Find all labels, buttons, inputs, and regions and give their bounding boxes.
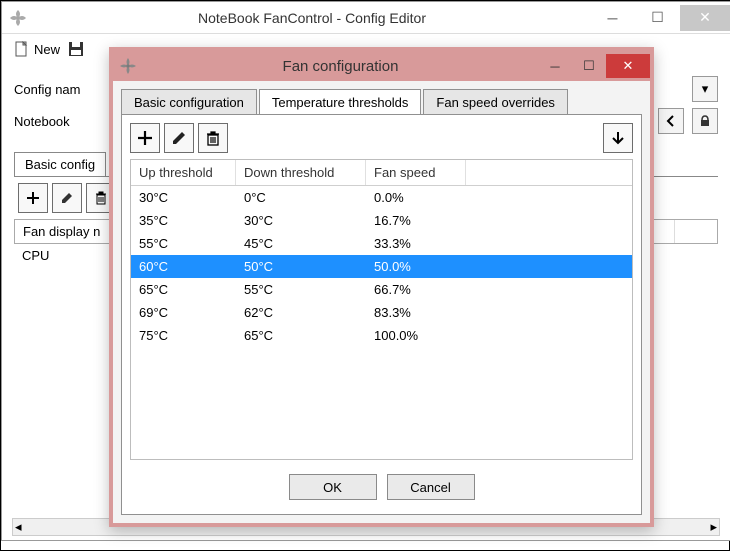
trash-icon: [204, 129, 222, 147]
table-row[interactable]: 30°C0°C0.0%: [131, 186, 632, 209]
plus-icon: [136, 129, 154, 147]
cell-up: 30°C: [131, 186, 236, 209]
arrow-left-button[interactable]: [658, 108, 684, 134]
cell-up: 75°C: [131, 324, 236, 347]
cell-speed: 83.3%: [366, 301, 466, 324]
dialog-title: Fan configuration: [143, 58, 538, 75]
app-icon: [8, 8, 28, 28]
cell-speed: 0.0%: [366, 186, 466, 209]
table-header: Up threshold Down threshold Fan speed: [131, 160, 632, 186]
pencil-icon: [59, 190, 75, 206]
table-row[interactable]: 75°C65°C100.0%: [131, 324, 632, 347]
notebook-label: Notebook: [14, 114, 104, 129]
table-row[interactable]: 60°C50°C50.0%: [131, 255, 632, 278]
cell-down: 30°C: [236, 209, 366, 232]
cell-down: 0°C: [236, 186, 366, 209]
dialog-titlebar: Fan configuration ─ ☐ ✕: [113, 51, 650, 81]
cell-down: 45°C: [236, 232, 366, 255]
cell-down: 55°C: [236, 278, 366, 301]
ok-button[interactable]: OK: [289, 474, 377, 500]
table-row[interactable]: 65°C55°C66.7%: [131, 278, 632, 301]
bg-edit-button[interactable]: [52, 183, 82, 213]
pencil-icon: [170, 129, 188, 147]
plus-icon: [25, 190, 41, 206]
cell-speed: 33.3%: [366, 232, 466, 255]
scroll-left-icon: ◂: [15, 519, 22, 535]
save-icon: [68, 41, 84, 57]
cancel-button[interactable]: Cancel: [387, 474, 475, 500]
cell-speed: 16.7%: [366, 209, 466, 232]
table-row[interactable]: 35°C30°C16.7%: [131, 209, 632, 232]
move-down-button[interactable]: [603, 123, 633, 153]
trash-icon: [93, 190, 109, 206]
dialog-close-button[interactable]: ✕: [606, 54, 650, 78]
tab-temperature-thresholds[interactable]: Temperature thresholds: [259, 89, 422, 115]
dialog-minimize-button[interactable]: ─: [538, 54, 572, 78]
edit-threshold-button[interactable]: [164, 123, 194, 153]
thresholds-table: Up threshold Down threshold Fan speed 30…: [130, 159, 633, 460]
main-window-title: NoteBook FanControl - Config Editor: [34, 10, 590, 26]
header-down-threshold: Down threshold: [236, 160, 366, 185]
add-threshold-button[interactable]: [130, 123, 160, 153]
new-button[interactable]: New: [10, 39, 64, 59]
lock-icon: [698, 114, 712, 128]
tab-basic-configuration[interactable]: Basic configuration: [121, 89, 257, 115]
cell-up: 69°C: [131, 301, 236, 324]
scroll-right-icon: ▸: [710, 519, 717, 535]
new-label: New: [34, 42, 60, 57]
arrow-left-icon: [664, 114, 678, 128]
dropdown-button[interactable]: ▾: [692, 76, 718, 102]
cell-down: 62°C: [236, 301, 366, 324]
table-row[interactable]: 69°C62°C83.3%: [131, 301, 632, 324]
config-name-label: Config nam: [14, 82, 104, 97]
dialog-maximize-button[interactable]: ☐: [572, 54, 606, 78]
cell-speed: 50.0%: [366, 255, 466, 278]
cell-up: 55°C: [131, 232, 236, 255]
dialog-tabs: Basic configuration Temperature threshol…: [121, 89, 642, 115]
cell-down: 65°C: [236, 324, 366, 347]
delete-threshold-button[interactable]: [198, 123, 228, 153]
main-titlebar: NoteBook FanControl - Config Editor ─ ☐ …: [2, 2, 730, 34]
fan-config-dialog: Fan configuration ─ ☐ ✕ Basic configurat…: [109, 47, 654, 527]
main-maximize-button[interactable]: ☐: [635, 5, 680, 31]
tab-fan-speed-overrides[interactable]: Fan speed overrides: [423, 89, 568, 115]
main-close-button[interactable]: ✕: [680, 5, 730, 31]
cell-speed: 100.0%: [366, 324, 466, 347]
lock-button[interactable]: [692, 108, 718, 134]
cell-speed: 66.7%: [366, 278, 466, 301]
header-up-threshold: Up threshold: [131, 160, 236, 185]
dialog-app-icon: [119, 57, 137, 75]
cell-down: 50°C: [236, 255, 366, 278]
cell-up: 60°C: [131, 255, 236, 278]
cell-up: 65°C: [131, 278, 236, 301]
save-button[interactable]: [68, 41, 84, 57]
arrow-down-icon: [609, 129, 627, 147]
bg-add-button[interactable]: [18, 183, 48, 213]
main-minimize-button[interactable]: ─: [590, 5, 635, 31]
table-row[interactable]: 55°C45°C33.3%: [131, 232, 632, 255]
bg-tab-basic[interactable]: Basic config: [14, 152, 106, 176]
cell-up: 35°C: [131, 209, 236, 232]
new-file-icon: [14, 41, 30, 57]
header-fan-speed: Fan speed: [366, 160, 466, 185]
